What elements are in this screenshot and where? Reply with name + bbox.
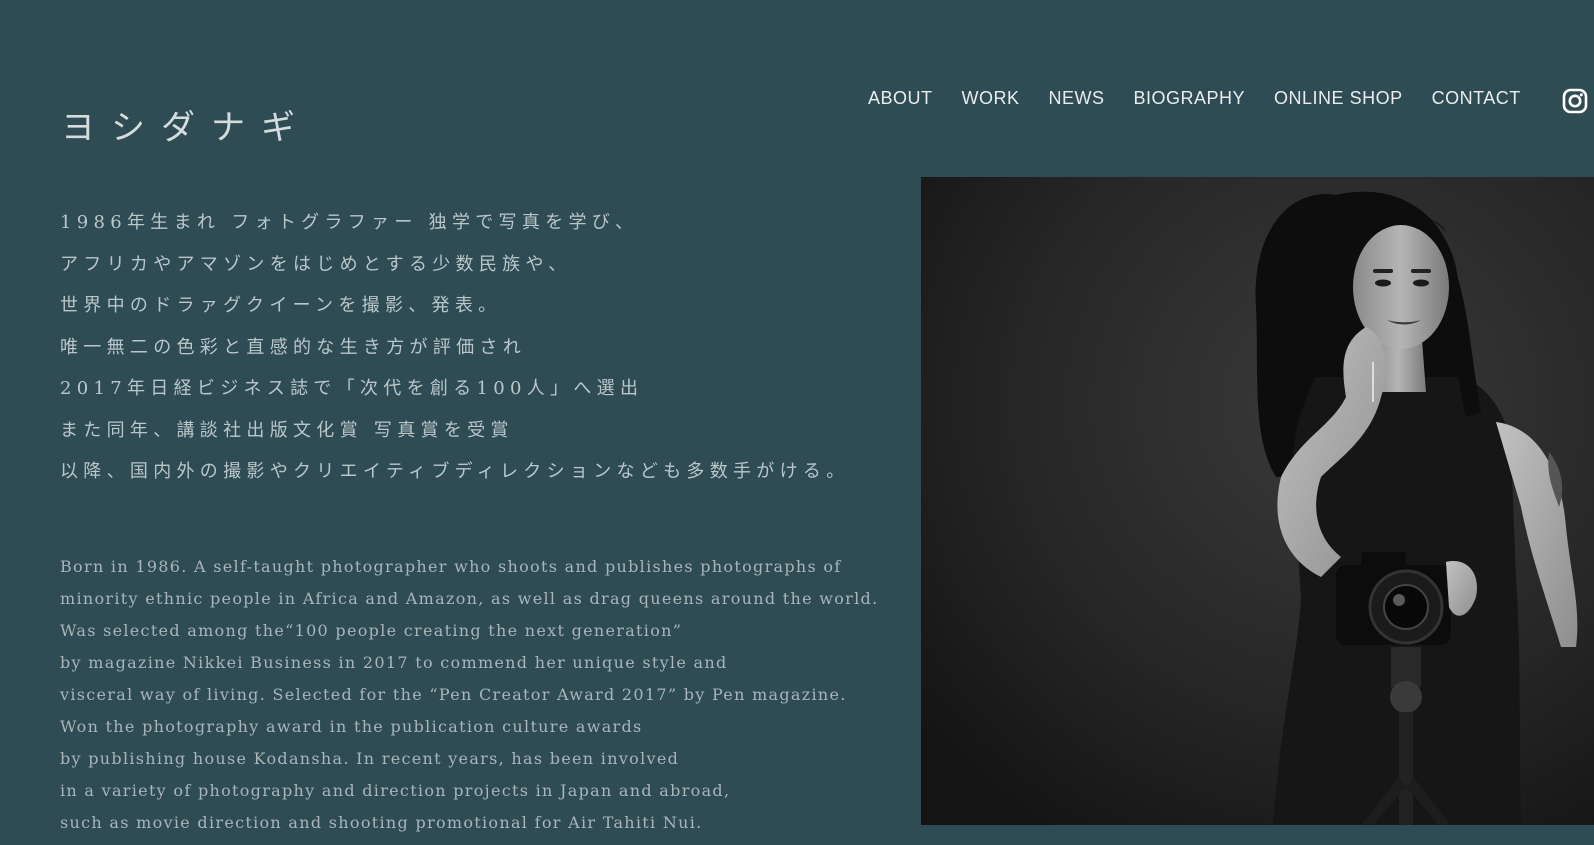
bio-en-line: by magazine Nikkei Business in 2017 to c… xyxy=(60,653,728,672)
biography-english: Born in 1986. A self-taught photographer… xyxy=(60,557,900,845)
nav-contact[interactable]: CONTACT xyxy=(1432,86,1521,110)
bio-en-line: such as movie direction and shooting pro… xyxy=(60,813,703,832)
nav-news[interactable]: NEWS xyxy=(1049,86,1105,110)
bio-jp-line: 2017年日経ビジネス誌で「次代を創る100人」へ選出 xyxy=(60,378,644,399)
bio-jp-line: 以降、国内外の撮影やクリエイティブディレクションなども多数手がける。 xyxy=(60,461,850,482)
bio-jp-line: 世界中のドラァグクイーンを撮影、発表。 xyxy=(60,295,502,316)
bio-en-line: visceral way of living. Selected for the… xyxy=(60,685,847,704)
bio-en-line: Was selected among the“100 people creati… xyxy=(60,621,683,640)
bio-en-line: Won the photography award in the publica… xyxy=(60,717,643,736)
nav-about[interactable]: ABOUT xyxy=(868,86,933,110)
instagram-icon[interactable] xyxy=(1562,88,1588,114)
bio-en-line: Born in 1986. A self-taught photographer… xyxy=(60,557,842,576)
site-title[interactable]: ヨシダナギ xyxy=(61,108,311,149)
nav-online-shop[interactable]: ONLINE SHOP xyxy=(1274,86,1403,110)
bio-jp-line: 1986年生まれ フォトグラファー 独学で写真を学び、 xyxy=(60,212,639,233)
bio-en-line: in a variety of photography and directio… xyxy=(60,781,731,800)
nav-biography[interactable]: BIOGRAPHY xyxy=(1134,86,1246,110)
bio-jp-line: アフリカやアマゾンをはじめとする少数民族や、 xyxy=(60,253,572,275)
bio-en-line: minority ethnic people in Africa and Ama… xyxy=(60,589,879,608)
portrait-photo xyxy=(921,177,1594,825)
nav-work[interactable]: WORK xyxy=(962,86,1020,110)
main-nav: ABOUT WORK NEWS BIOGRAPHY ONLINE SHOP CO… xyxy=(868,86,1521,110)
bio-jp-line: 唯一無二の色彩と直感的な生き方が評価され xyxy=(60,336,526,358)
biography-japanese: 1986年生まれ フォトグラファー 独学で写真を学び、 アフリカやアマゾンをはじ… xyxy=(60,212,880,503)
bio-en-line: by publishing house Kodansha. In recent … xyxy=(60,749,680,768)
bio-jp-line: また同年、講談社出版文化賞 写真賞を受賞 xyxy=(60,419,514,441)
